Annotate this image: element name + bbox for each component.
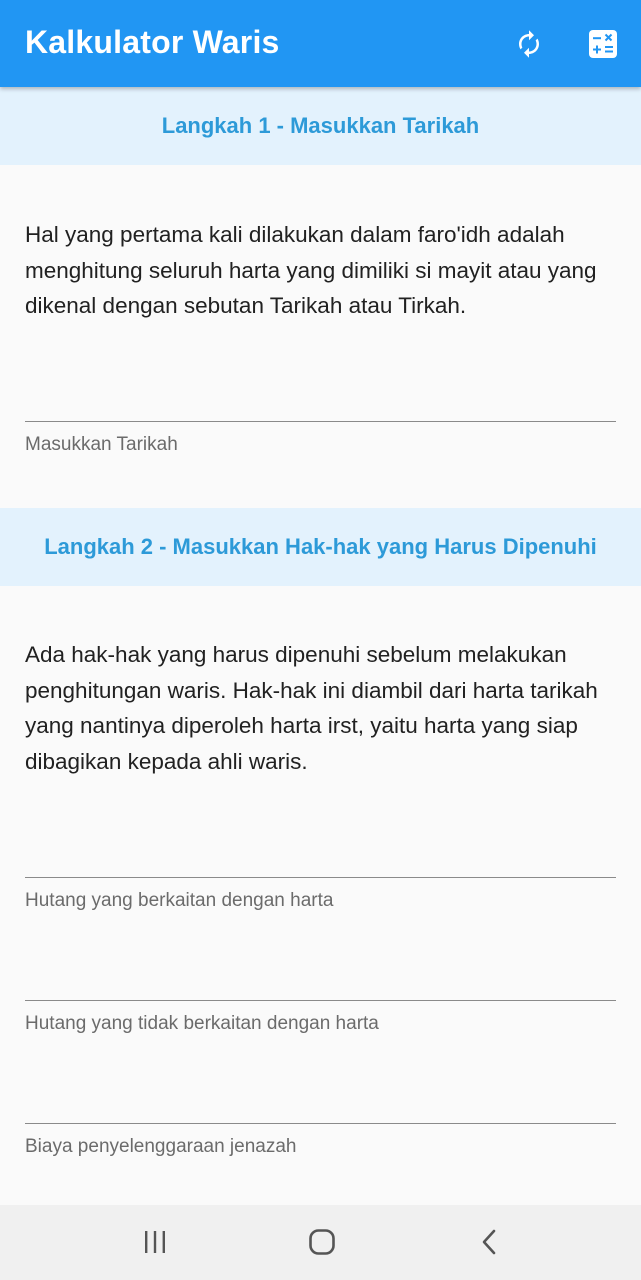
biaya-jenazah-field[interactable]: Biaya penyelenggaraan jenazah (25, 1083, 616, 1158)
biaya-jenazah-underline (25, 1123, 616, 1124)
system-nav-bar (0, 1205, 641, 1280)
step1-description: Hal yang pertama kali dilakukan dalam fa… (25, 222, 597, 318)
hutang-berkaitan-underline (25, 877, 616, 878)
home-button[interactable] (292, 1217, 352, 1267)
biaya-jenazah-label: Biaya penyelenggaraan jenazah (25, 1136, 297, 1157)
tarikah-field[interactable]: Masukkan Tarikah (25, 381, 616, 456)
recent-apps-button[interactable] (125, 1217, 185, 1267)
home-icon (309, 1229, 335, 1255)
app-bar: Kalkulator Waris (0, 0, 641, 87)
hutang-berkaitan-input[interactable] (25, 837, 616, 875)
hutang-berkaitan-field[interactable]: Hutang yang berkaitan dengan harta (25, 837, 616, 912)
refresh-icon (519, 30, 539, 58)
app-title: Kalkulator Waris (25, 24, 280, 60)
step2-description: Ada hak-hak yang harus dipenuhi sebelum … (25, 642, 598, 774)
calculator-button[interactable] (581, 22, 625, 66)
hutang-tidak-berkaitan-underline (25, 1000, 616, 1001)
hutang-tidak-berkaitan-input[interactable] (25, 960, 616, 998)
step1-title: Langkah 1 - Masukkan Tarikah (161, 113, 480, 138)
step2-header: Langkah 2 - Masukkan Hak-hak yang Harus … (0, 508, 641, 586)
tarikah-underline (25, 421, 616, 422)
hutang-tidak-berkaitan-label: Hutang yang tidak berkaitan dengan harta (25, 1013, 379, 1034)
back-button[interactable] (460, 1217, 520, 1267)
biaya-jenazah-input[interactable] (25, 1083, 616, 1121)
calculator-icon (589, 30, 617, 58)
hutang-tidak-berkaitan-field[interactable]: Hutang yang tidak berkaitan dengan harta (25, 960, 616, 1035)
recent-apps-icon (145, 1231, 165, 1253)
tarikah-input[interactable] (25, 381, 616, 419)
back-icon (482, 1229, 496, 1255)
step1-header: Langkah 1 - Masukkan Tarikah (0, 87, 641, 165)
hutang-berkaitan-label: Hutang yang berkaitan dengan harta (25, 890, 334, 911)
step2-title: Langkah 2 - Masukkan Hak-hak yang Harus … (44, 534, 597, 559)
tarikah-label: Masukkan Tarikah (25, 434, 178, 455)
refresh-button[interactable] (507, 22, 551, 66)
